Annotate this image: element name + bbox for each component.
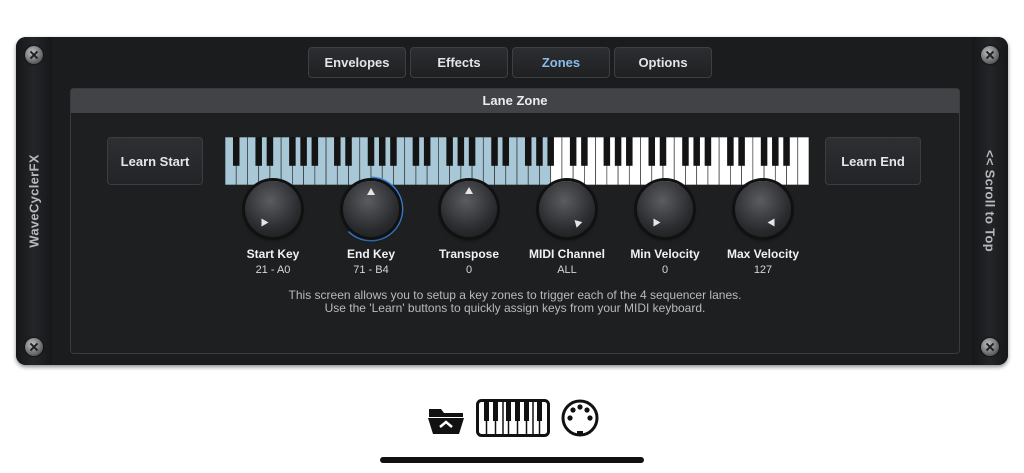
midi-channel-knob[interactable] [539, 181, 595, 237]
black-key[interactable] [704, 137, 712, 166]
min-velocity-knob[interactable] [637, 181, 693, 237]
end-key-value: 71 - B4 [353, 264, 389, 276]
tab-zones[interactable]: Zones [512, 47, 610, 78]
midi-channel-value: ALL [557, 264, 577, 276]
home-indicator[interactable] [380, 457, 644, 463]
black-key[interactable] [423, 137, 431, 166]
start-key-label: Start Key [246, 247, 300, 261]
piano-keyboard[interactable] [225, 137, 809, 185]
black-key[interactable] [524, 137, 532, 166]
bottom-dock [426, 398, 600, 438]
black-key[interactable] [457, 137, 465, 166]
black-key[interactable] [659, 137, 667, 166]
app-title: WaveCyclerFX [26, 154, 42, 248]
start-key-control[interactable]: Start Key 21 - A0 [218, 181, 328, 276]
knob-pointer-icon [571, 217, 583, 228]
black-key[interactable] [491, 137, 498, 166]
knob-pointer-icon [767, 218, 775, 227]
black-key[interactable] [334, 137, 341, 166]
black-key[interactable] [345, 137, 352, 166]
black-key[interactable] [378, 137, 386, 166]
screw-icon [25, 338, 43, 356]
black-key[interactable] [547, 137, 554, 166]
black-key[interactable] [760, 137, 768, 166]
screw-icon [981, 46, 999, 64]
white-key[interactable] [797, 137, 809, 185]
scroll-to-top-link[interactable]: << Scroll to Top [983, 150, 998, 252]
tab-effects[interactable]: Effects [410, 47, 508, 78]
black-key[interactable] [693, 137, 700, 166]
black-key[interactable] [682, 137, 689, 166]
black-key[interactable] [603, 137, 611, 166]
end-key-control[interactable]: End Key 71 - B4 [316, 176, 426, 276]
black-key[interactable] [569, 137, 577, 166]
help-text: This screen allows you to setup a key zo… [71, 289, 959, 315]
min-velocity-label: Min Velocity [630, 247, 700, 261]
plugin-rack: WaveCyclerFX << Scroll to Top Envelopes … [16, 37, 1008, 365]
transpose-value: 0 [465, 264, 473, 276]
scroll-to-top-rail[interactable]: << Scroll to Top [972, 37, 1008, 365]
max-velocity-control[interactable]: Max Velocity 127 [708, 181, 818, 276]
knob-pointer-icon [261, 218, 269, 227]
tab-options[interactable]: Options [614, 47, 712, 78]
min-velocity-control[interactable]: Min Velocity 0 [610, 181, 720, 276]
black-key[interactable] [468, 137, 476, 166]
left-rail: WaveCyclerFX [16, 37, 52, 365]
screw-icon [981, 338, 999, 356]
tab-envelopes[interactable]: Envelopes [308, 47, 406, 78]
learn-end-button[interactable]: Learn End [825, 137, 921, 185]
black-key[interactable] [783, 137, 790, 166]
transpose-label: Transpose [438, 247, 500, 261]
knob-pointer-icon [367, 188, 375, 195]
black-key[interactable] [772, 137, 779, 166]
black-key[interactable] [446, 137, 453, 166]
black-key[interactable] [266, 137, 274, 166]
black-key[interactable] [727, 137, 734, 166]
black-key[interactable] [502, 137, 510, 166]
min-velocity-value: 0 [661, 264, 669, 276]
black-key[interactable] [311, 137, 319, 166]
max-velocity-label: Max Velocity [726, 247, 800, 261]
black-key[interactable] [300, 137, 307, 166]
black-key[interactable] [255, 137, 262, 166]
black-key[interactable] [581, 137, 588, 166]
lane-zone-panel: Lane Zone Learn Start Learn End Start Ke… [70, 88, 960, 354]
black-key[interactable] [390, 137, 397, 166]
midi-channel-control[interactable]: MIDI Channel ALL [512, 181, 622, 276]
knob-pointer-icon [653, 218, 661, 227]
transpose-knob[interactable] [441, 181, 497, 237]
midi-connector-icon[interactable] [560, 398, 600, 438]
transpose-control[interactable]: Transpose 0 [414, 181, 524, 276]
end-key-label: End Key [346, 247, 395, 261]
folder-icon[interactable] [426, 401, 466, 435]
piano-keyboard-icon[interactable] [476, 399, 550, 437]
max-velocity-knob[interactable] [735, 181, 791, 237]
black-key[interactable] [536, 137, 543, 166]
knob-pointer-icon [465, 187, 473, 194]
start-key-value: 21 - A0 [255, 264, 291, 276]
midi-channel-label: MIDI Channel [528, 247, 605, 261]
end-key-knob[interactable] [343, 181, 399, 237]
black-key[interactable] [738, 137, 745, 166]
start-key-knob[interactable] [245, 181, 301, 237]
help-text-line-2: Use the 'Learn' buttons to quickly assig… [324, 301, 706, 315]
black-key[interactable] [648, 137, 656, 166]
max-velocity-value: 127 [753, 264, 773, 276]
black-key[interactable] [412, 137, 420, 166]
black-key[interactable] [626, 137, 633, 166]
learn-start-button[interactable]: Learn Start [107, 137, 203, 185]
black-key[interactable] [289, 137, 296, 166]
panel-title: Lane Zone [71, 89, 959, 113]
black-key[interactable] [614, 137, 622, 166]
screw-icon [25, 46, 43, 64]
black-key[interactable] [232, 137, 240, 166]
black-key[interactable] [367, 137, 375, 166]
